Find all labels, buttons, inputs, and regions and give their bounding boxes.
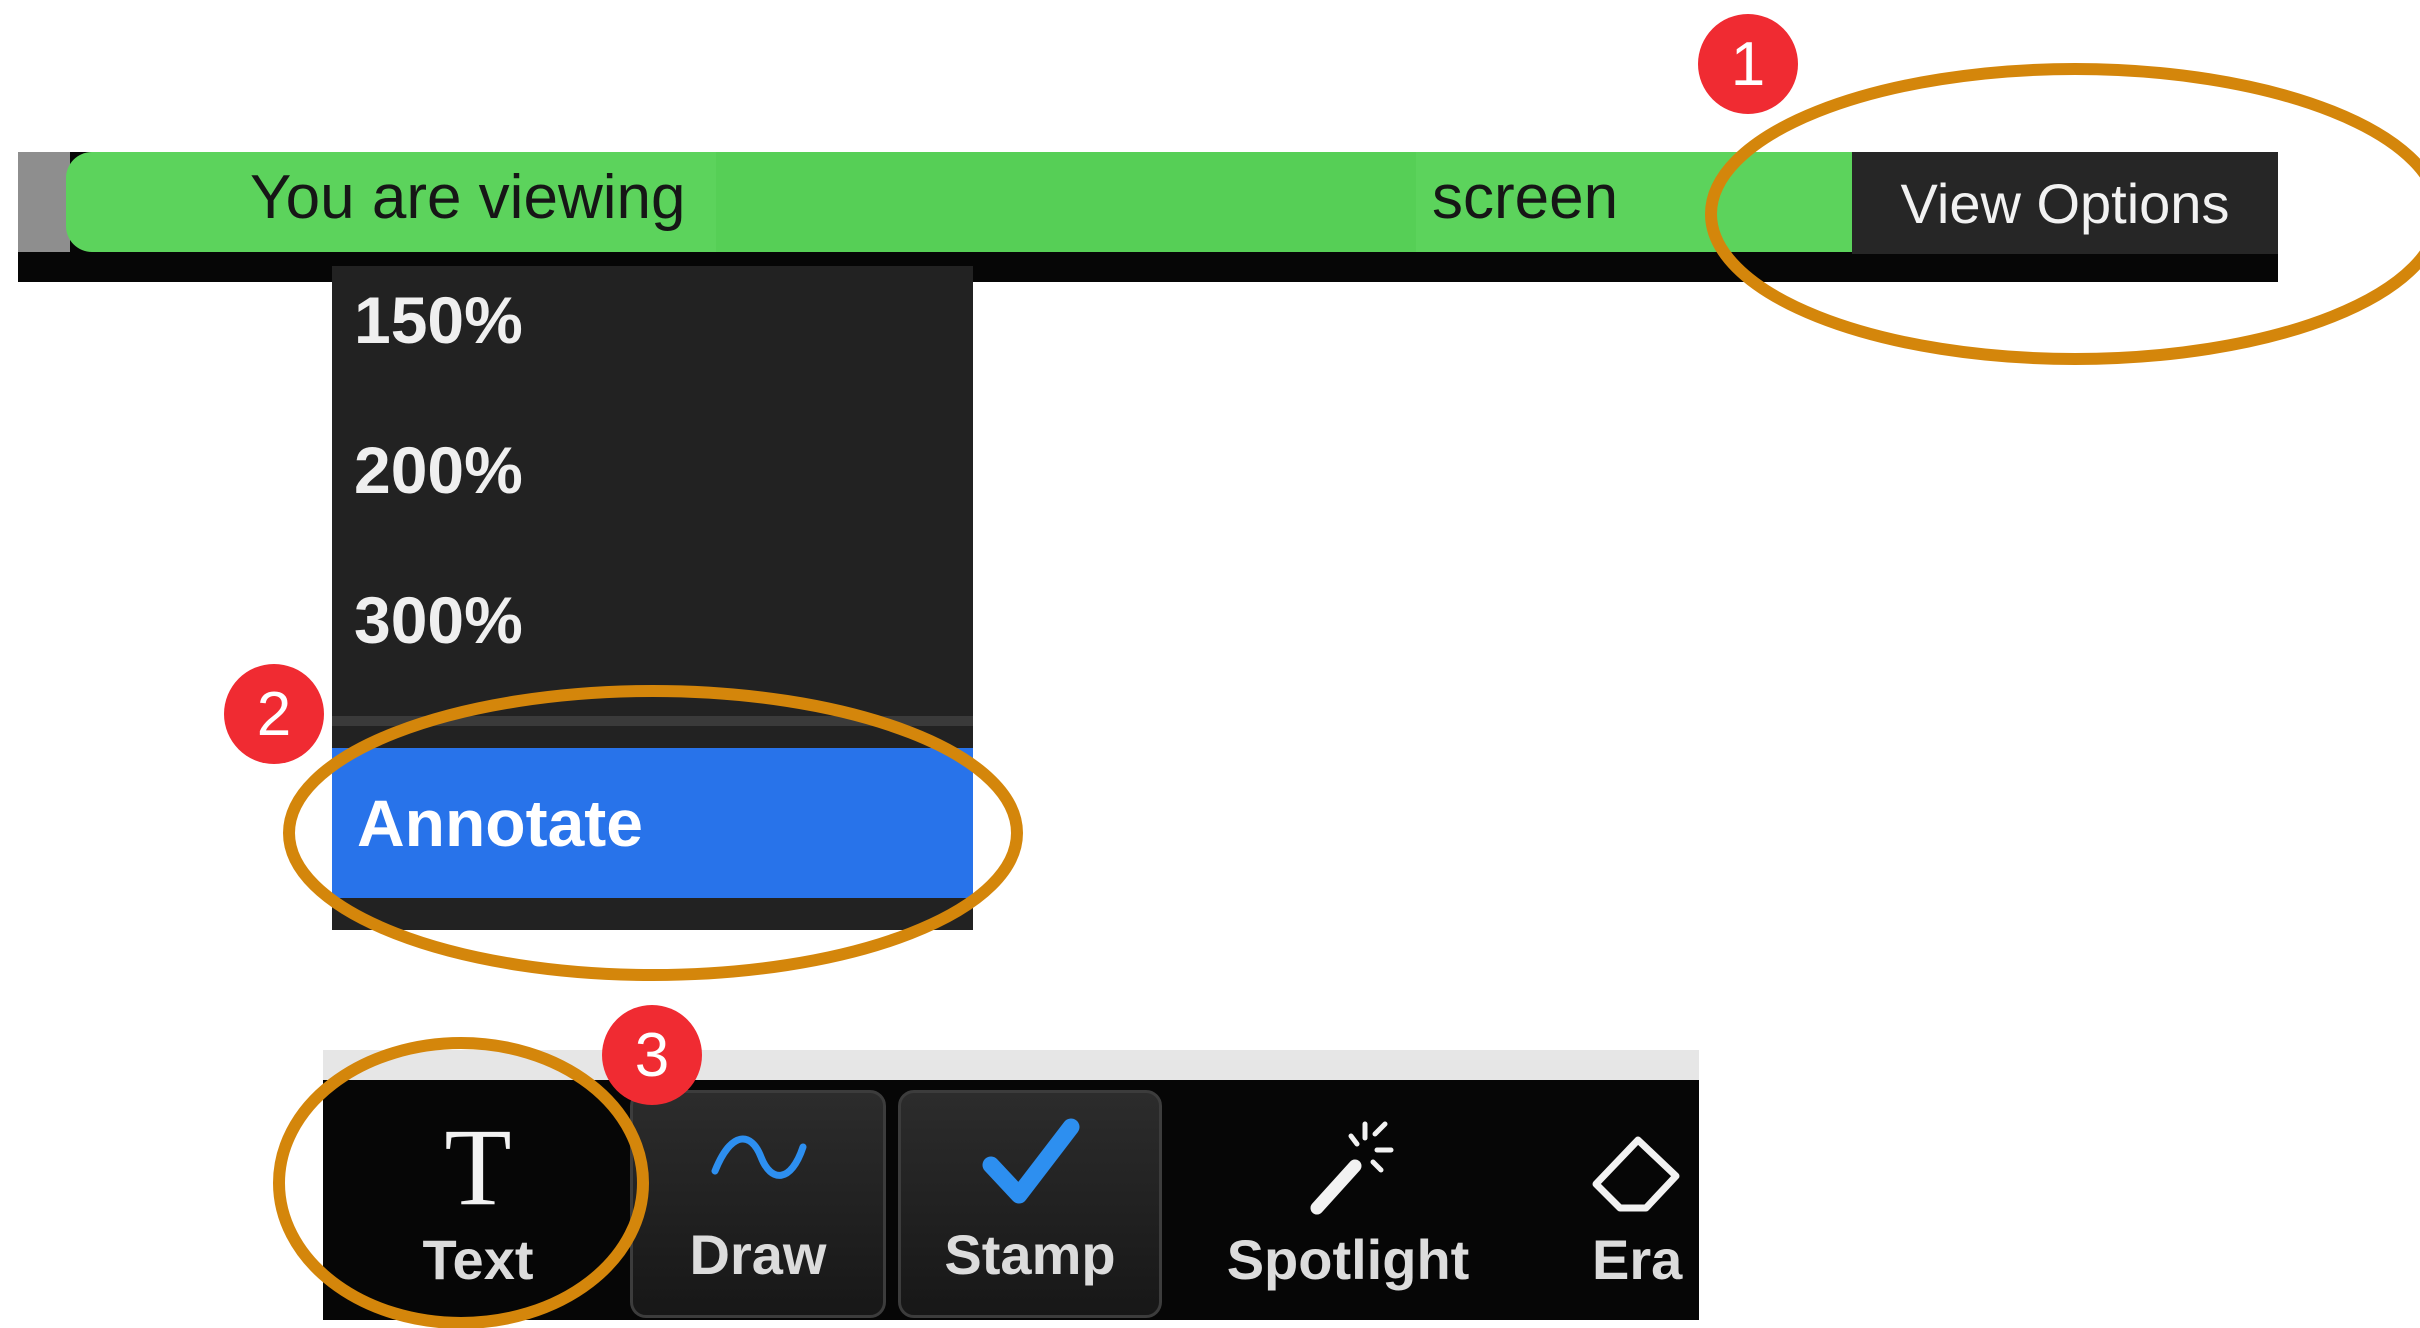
callout-ring-text-tool (273, 1037, 649, 1328)
callout-ring-annotate (283, 685, 1023, 981)
step-badge-3: 3 (602, 1005, 702, 1105)
callout-rings (273, 63, 2420, 1328)
step-badge-1: 1 (1698, 14, 1798, 114)
callout-ring-view-options (1705, 63, 2420, 365)
step-badge-2: 2 (224, 664, 324, 764)
